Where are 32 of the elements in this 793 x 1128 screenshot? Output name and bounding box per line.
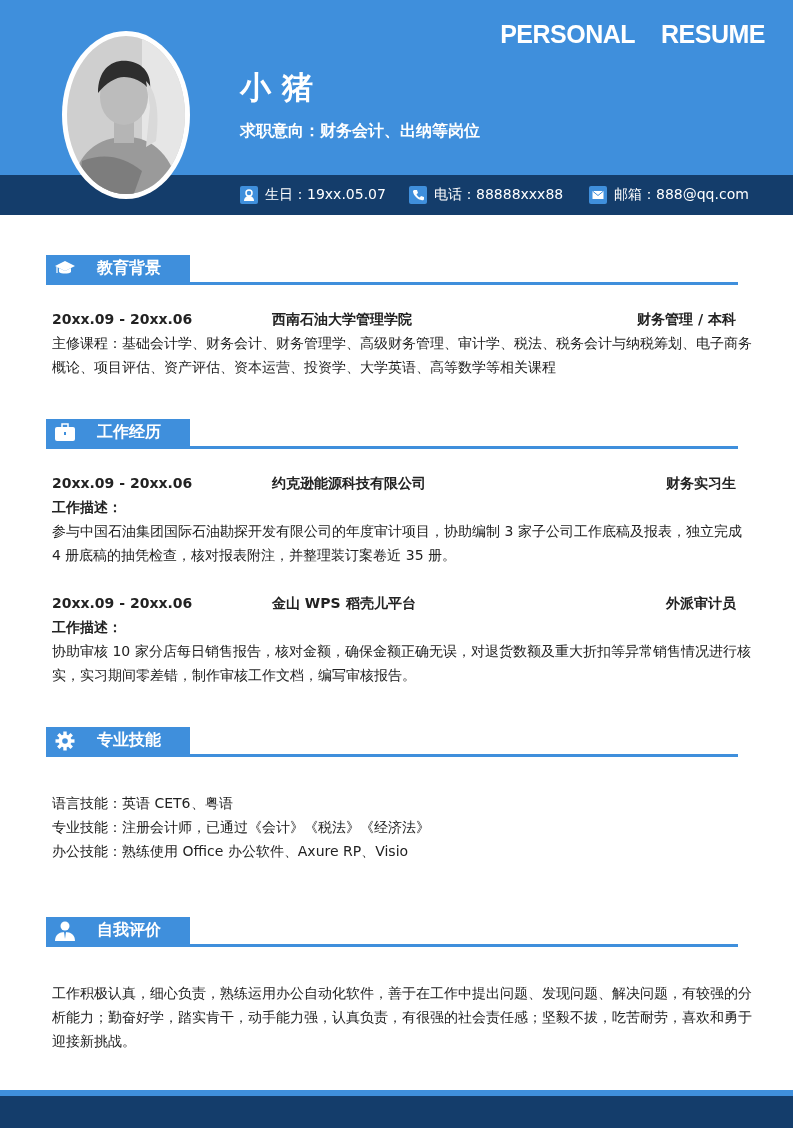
organization: 西南石油大学管理学院 <box>272 310 413 329</box>
description-text: 参与中国石油集团国际石油勘探开发有限公司的年度审计项目，协助编制 3 家子公司工作底稿及报表，独立完成 4 册底稿的抽凭检查，核对报表附注，并整理装订案卷近 35 册。 <box>52 522 743 565</box>
self-evaluation-text: 工作积极认真，细心负责，熟练运用办公自动化软件，善于在工作中提出问题、发现问题、解决问题，有较强的分析能力；勤奋好学，踏实肯干，动手能力强，认真负责，有很强的社会责任感；坚毅不拔，吃苦耐劳，喜欢和勇于迎接新挑战。 <box>52 984 752 1051</box>
section-title: 自我评价 <box>97 920 161 941</box>
role: 财务实习生 <box>666 474 736 493</box>
job-intention: 求职意向：财务会计、出纳等岗位 <box>240 121 481 142</box>
skill-line: 语言技能：英语 CET6、粤语 <box>52 794 234 813</box>
organization: 约克逊能源科技有限公司 <box>272 474 427 493</box>
section-title: 工作经历 <box>97 422 161 443</box>
contact-text: 生日：19xx.05.07 <box>265 186 386 204</box>
description-label: 工作描述： <box>52 498 123 517</box>
description-text: 协助审核 10 家分店每日销售报告，核对金额，确保金额正确无误，对退货数额及重大折扣等异常销售情况进行核实，实习期间零差错，制作审核工作文档，编写审核报告。 <box>52 642 752 685</box>
skill-line: 专业技能：注册会计师，已通过《会计》《税法》《经济法》 <box>52 818 431 837</box>
contact-text: 邮箱：888@qq.com <box>614 186 749 204</box>
contact-text: 电话：88888xxx88 <box>434 186 564 204</box>
role: 财务管理 / 本科 <box>637 310 736 329</box>
phone-icon <box>409 186 427 204</box>
organization: 金山 WPS 稻壳儿平台 <box>272 594 417 613</box>
description-text: 主修课程：基础会计学、财务会计、财务管理学、高级财务管理、审计学、税法、税务会计与纳税筹划、电子商务概论、项目评估、资产评估、资本运营、投资学、大学英语、高等数学等相关课程 <box>52 334 752 377</box>
date-range: 20xx.09 - 20xx.06 <box>52 594 194 613</box>
date-range: 20xx.09 - 20xx.06 <box>52 310 194 329</box>
section-title: 专业技能 <box>97 730 161 751</box>
person-name: 小 猪 <box>240 68 314 107</box>
envelope-icon <box>589 186 607 204</box>
resume-title: RESUME <box>661 20 765 49</box>
person-icon <box>240 186 258 204</box>
description-label: 工作描述： <box>52 618 123 637</box>
skill-line: 办公技能：熟练使用 Office 办公软件、Axure RP、Visio <box>52 842 410 861</box>
date-range: 20xx.09 - 20xx.06 <box>52 474 194 493</box>
section-title: 教育背景 <box>97 258 161 279</box>
role: 外派审计员 <box>666 594 736 613</box>
resume-title: PERSONAL <box>500 20 636 49</box>
